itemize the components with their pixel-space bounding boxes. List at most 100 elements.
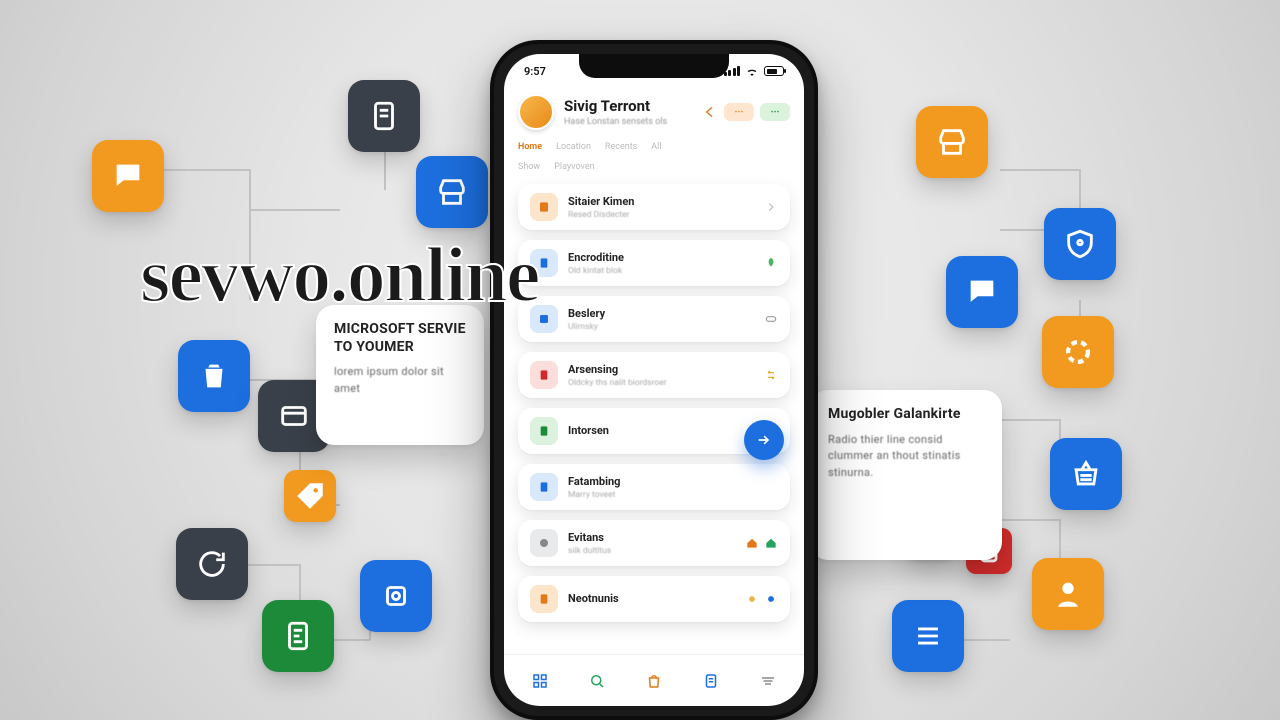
phone-frame: 9:57 Sivig Terront Hase Lonstan sensets … <box>490 40 818 720</box>
tile-blue-trash[interactable] <box>178 340 250 412</box>
bag-icon <box>645 672 663 690</box>
tile-orange-tag[interactable] <box>284 470 336 522</box>
tile-blue-box[interactable] <box>360 560 432 632</box>
card-title: Mugobler Galankirte <box>828 406 984 424</box>
grid-icon <box>531 672 549 690</box>
subtab[interactable]: Show <box>518 162 540 172</box>
item-icon <box>530 585 558 613</box>
tile-slate-invoice[interactable] <box>348 80 420 152</box>
share-icon[interactable] <box>702 104 718 120</box>
doc-icon <box>702 672 720 690</box>
wifi-icon <box>745 66 759 76</box>
chip-orange[interactable]: ⋯ <box>724 103 754 121</box>
item-title: Intorsen <box>568 424 754 437</box>
tile-blue-shield[interactable] <box>1044 208 1116 280</box>
tab[interactable]: Recents <box>605 142 637 152</box>
list-lines-icon <box>911 619 945 653</box>
item-title: Evitans <box>568 531 735 544</box>
item-icon <box>530 193 558 221</box>
tile-blue-chat[interactable] <box>946 256 1018 328</box>
subtab[interactable]: Playvoven <box>554 162 594 172</box>
list-item[interactable]: Neotnunis <box>518 576 790 622</box>
refresh-icon <box>195 547 229 581</box>
badge-icon <box>764 592 778 606</box>
app-header: Sivig Terront Hase Lonstan sensets ols ⋯… <box>518 88 790 130</box>
chat-icon <box>965 275 999 309</box>
page-icon <box>367 99 401 133</box>
list-item[interactable]: Fatambing Marry toveet <box>518 464 790 510</box>
item-title: Arsensing <box>568 363 754 376</box>
info-card-left: MICROSOFT SERVIE TO YOUMER lorem ipsum d… <box>316 305 484 445</box>
box-icon <box>379 579 413 613</box>
item-title: Beslery <box>568 307 754 320</box>
secondary-tabs: Show Playvoven <box>518 162 790 172</box>
battery-icon <box>764 66 784 76</box>
nav-orders[interactable] <box>639 666 669 696</box>
tile-blue-list[interactable] <box>892 600 964 672</box>
toggle-icon <box>764 312 778 326</box>
item-sub: Old kintat blok <box>568 266 754 276</box>
fab-button[interactable] <box>744 420 784 460</box>
item-sub: Marry toveet <box>568 490 768 500</box>
house-icon <box>745 536 759 550</box>
storefront-icon <box>935 125 969 159</box>
stack-icon <box>759 672 777 690</box>
avatar[interactable] <box>518 94 554 130</box>
item-title: Encroditine <box>568 251 754 264</box>
ring-icon <box>1061 335 1095 369</box>
leaf-icon <box>764 256 778 270</box>
card-body: Radio thier line consid clummer an thout… <box>828 432 984 482</box>
card-icon <box>277 399 311 433</box>
search-icon <box>588 672 606 690</box>
item-title: Fatambing <box>568 475 768 488</box>
phone-screen: 9:57 Sivig Terront Hase Lonstan sensets … <box>504 54 804 706</box>
tile-orange-ring[interactable] <box>1042 316 1114 388</box>
tile-blue-basket[interactable] <box>1050 438 1122 510</box>
tile-orange-chat[interactable] <box>92 140 164 212</box>
nav-search[interactable] <box>582 666 612 696</box>
shield-icon <box>1063 227 1097 261</box>
tag-icon <box>293 479 327 513</box>
trash-icon <box>197 359 231 393</box>
nav-more[interactable] <box>753 666 783 696</box>
header-actions: ⋯ ⋯ <box>702 103 790 121</box>
card-body: lorem ipsum dolor sit amet <box>334 364 466 397</box>
user-beard-icon <box>1051 577 1085 611</box>
item-sub: Oldcky ths nalit biordsroer <box>568 378 754 388</box>
tile-blue-store[interactable] <box>416 156 488 228</box>
bottom-nav <box>504 654 804 706</box>
list-item[interactable]: Evitanssilk dultltus <box>518 520 790 566</box>
chat-bubble-icon <box>111 159 145 193</box>
item-title: Sitaier Kimen <box>568 195 754 208</box>
item-icon <box>530 361 558 389</box>
info-card-right: Mugobler Galankirte Radio thier line con… <box>810 390 1002 560</box>
list-item[interactable]: Sitaier Kimen Resed Disdecter <box>518 184 790 230</box>
item-icon <box>530 529 558 557</box>
tab[interactable]: All <box>651 142 661 152</box>
list-item[interactable]: Arsensing Oldcky ths nalit biordsroer <box>518 352 790 398</box>
tab[interactable]: Home <box>518 142 542 152</box>
storefront-icon <box>435 175 469 209</box>
swap-icon <box>764 368 778 382</box>
basket-icon <box>1069 457 1103 491</box>
tile-orange-store-r[interactable] <box>916 106 988 178</box>
card-title: MICROSOFT SERVIE TO YOUMER <box>334 321 466 356</box>
chip-green[interactable]: ⋯ <box>760 103 790 121</box>
nav-home[interactable] <box>525 666 555 696</box>
tile-green-receipt[interactable] <box>262 600 334 672</box>
item-icon <box>530 473 558 501</box>
nav-docs[interactable] <box>696 666 726 696</box>
app-subtitle: Hase Lonstan sensets ols <box>564 117 692 127</box>
list-item[interactable]: Encroditine Old kintat blok <box>518 240 790 286</box>
tile-orange-user[interactable] <box>1032 558 1104 630</box>
house-icon <box>764 536 778 550</box>
primary-tabs: Home Location Recents All <box>518 142 790 152</box>
chevron-right-icon <box>764 200 778 214</box>
item-title: Neotnunis <box>568 592 735 605</box>
list-item[interactable]: Intorsen <box>518 408 790 454</box>
item-icon <box>530 417 558 445</box>
list-item[interactable]: BesleryUlimsky <box>518 296 790 342</box>
tile-slate-refresh[interactable] <box>176 528 248 600</box>
item-sub: Resed Disdecter <box>568 210 754 220</box>
tab[interactable]: Location <box>556 142 591 152</box>
